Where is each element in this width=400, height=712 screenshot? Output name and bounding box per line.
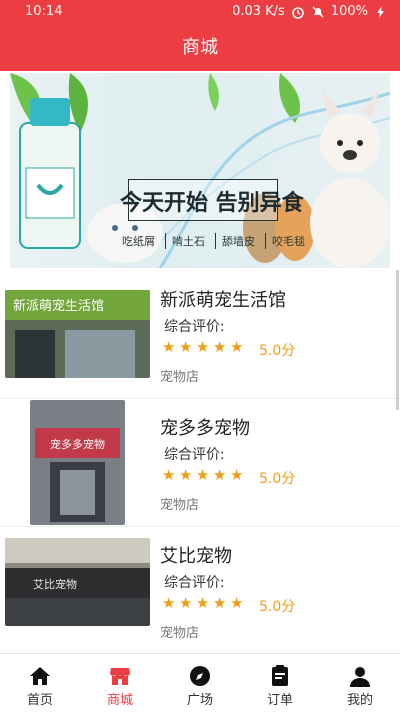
tab-label: 广场 <box>186 693 213 708</box>
rating-score: 5.0分 <box>259 599 296 615</box>
star-icon: ★ <box>230 466 244 484</box>
tab-me[interactable]: 我的 <box>320 654 400 712</box>
rating-stars: ★ ★ ★ ★ ★ <box>162 338 244 356</box>
shop-photo: 艾比宠物 <box>5 538 150 626</box>
svg-text:新派萌宠生活馆: 新派萌宠生活馆 <box>13 298 104 314</box>
promo-banner[interactable]: 今天开始 告别异食 吃纸屑 啃土石 舔墙皮 咬毛毯 <box>10 73 390 268</box>
rating-label: 综合评价: <box>164 319 225 335</box>
star-icon: ★ <box>213 466 227 484</box>
tab-store[interactable]: 商城 <box>80 654 160 712</box>
star-icon: ★ <box>162 338 176 356</box>
status-time: 10:14 <box>25 4 63 19</box>
shop-category: 宠物店 <box>160 498 200 513</box>
tab-home[interactable]: 首页 <box>0 654 80 712</box>
rating-stars: ★ ★ ★ ★ ★ <box>162 594 244 612</box>
mute-bell-icon <box>312 6 324 17</box>
shop-category: 宠物店 <box>160 626 200 641</box>
tab-label: 商城 <box>106 693 133 708</box>
rating-score: 5.0分 <box>259 343 296 359</box>
svg-text:宠多多宠物: 宠多多宠物 <box>50 437 105 451</box>
banner-tag: 舔墙皮 <box>215 233 255 249</box>
order-icon <box>272 665 288 686</box>
charging-icon <box>377 5 384 18</box>
alarm-icon <box>292 6 304 19</box>
rating-stars: ★ ★ ★ ★ ★ <box>162 466 244 484</box>
banner-tags: 吃纸屑 啃土石 舔墙皮 咬毛毯 <box>122 233 305 249</box>
banner-tag: 啃土石 <box>165 233 205 249</box>
user-icon <box>350 667 370 687</box>
rating-label: 综合评价: <box>164 575 225 591</box>
status-bar: 10:14 0.03 K/s 100% <box>0 0 400 25</box>
battery-level: 100% <box>330 4 368 19</box>
star-icon: ★ <box>196 338 210 356</box>
star-icon: ★ <box>196 594 210 612</box>
shop-photo: 新派萌宠生活馆 <box>5 290 150 378</box>
star-icon: ★ <box>230 338 244 356</box>
star-icon: ★ <box>162 466 176 484</box>
banner-tag: 咬毛毯 <box>265 233 305 249</box>
shop-name[interactable]: 宠多多宠物 <box>160 414 250 440</box>
tab-orders[interactable]: 订单 <box>240 654 320 712</box>
tab-label: 我的 <box>346 693 373 708</box>
shop-item[interactable]: 新派萌宠生活馆 新派萌宠生活馆 综合评价: ★ ★ ★ ★ ★ 5.0分 宠物店 <box>0 270 400 399</box>
svg-text:艾比宠物: 艾比宠物 <box>33 577 77 591</box>
star-icon: ★ <box>196 466 210 484</box>
compass-icon <box>190 666 210 686</box>
shop-photo: 宠多多宠物 <box>30 400 125 525</box>
shop-list[interactable]: 新派萌宠生活馆 新派萌宠生活馆 综合评价: ★ ★ ★ ★ ★ 5.0分 宠物店… <box>0 270 400 658</box>
home-icon <box>30 667 50 685</box>
star-icon: ★ <box>230 594 244 612</box>
star-icon: ★ <box>179 466 193 484</box>
shop-category: 宠物店 <box>160 370 200 385</box>
tab-label: 订单 <box>266 693 293 708</box>
banner-headline: 今天开始 告别异食 <box>120 191 304 216</box>
star-icon: ★ <box>179 594 193 612</box>
page-title: 商城 <box>0 25 400 71</box>
shop-item[interactable]: 艾比宠物 艾比宠物 综合评价: ★ ★ ★ ★ ★ 5.0分 宠物店 <box>0 526 400 655</box>
network-speed: 0.03 K/s <box>232 4 285 19</box>
shop-name[interactable]: 艾比宠物 <box>160 542 232 568</box>
star-icon: ★ <box>162 594 176 612</box>
star-icon: ★ <box>179 338 193 356</box>
store-icon <box>110 668 130 685</box>
bottom-tab-bar: 首页 商城 广场 订单 我的 <box>0 653 400 712</box>
tab-plaza[interactable]: 广场 <box>160 654 240 712</box>
list-scrollbar[interactable] <box>396 270 399 410</box>
tab-label: 首页 <box>26 693 53 708</box>
banner-tag: 吃纸屑 <box>122 235 155 248</box>
shop-item[interactable]: 宠多多宠物 宠多多宠物 综合评价: ★ ★ ★ ★ ★ 5.0分 宠物店 <box>0 398 400 527</box>
shop-name[interactable]: 新派萌宠生活馆 <box>160 286 286 312</box>
star-icon: ★ <box>213 594 227 612</box>
status-right-group: 0.03 K/s 100% <box>232 4 388 19</box>
star-icon: ★ <box>213 338 227 356</box>
rating-score: 5.0分 <box>259 471 296 487</box>
rating-label: 综合评价: <box>164 447 225 463</box>
